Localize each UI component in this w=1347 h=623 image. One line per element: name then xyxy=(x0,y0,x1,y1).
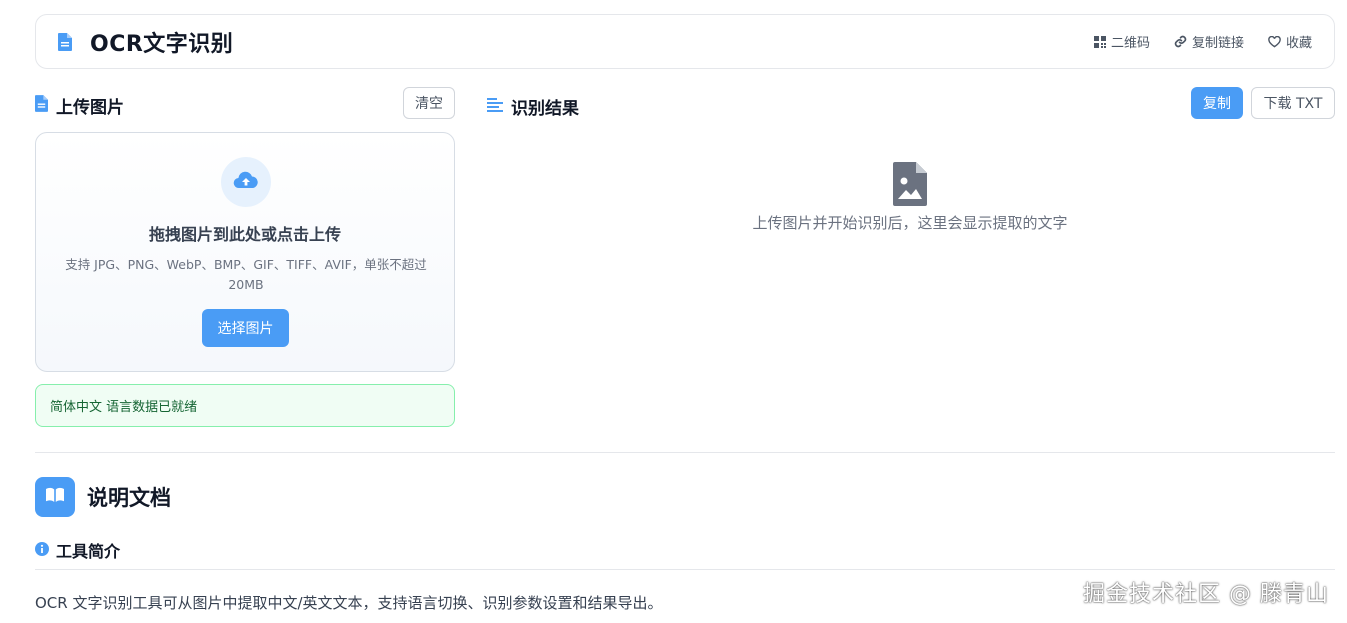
header-actions: 二维码 复制链接 收藏 xyxy=(1093,32,1312,51)
upload-section-header: 上传图片 xyxy=(35,93,124,118)
watermark: 掘金技术社区 @ 滕青山 xyxy=(1083,582,1329,607)
intro-text: OCR 文字识别工具可从图片中提取中文/英文文本，支持语言切换、识别参数设置和结… xyxy=(35,594,663,612)
copy-result-button[interactable]: 复制 xyxy=(1191,87,1243,119)
language-status: 简体中文 语言数据已就绪 xyxy=(35,384,455,427)
dropzone-description: 支持 JPG、PNG、WebP、BMP、GIF、TIFF、AVIF，单张不超过 … xyxy=(65,257,427,292)
link-icon xyxy=(1174,35,1187,48)
upload-section-title: 上传图片 xyxy=(56,98,124,118)
document-icon xyxy=(35,95,48,116)
document-icon xyxy=(58,32,74,52)
qrcode-icon xyxy=(1093,35,1106,48)
clear-button[interactable]: 清空 xyxy=(403,87,455,119)
intro-header: 工具简介 xyxy=(35,538,120,562)
qrcode-label: 二维码 xyxy=(1110,36,1150,51)
qrcode-button[interactable]: 二维码 xyxy=(1093,32,1150,51)
upload-dropzone[interactable]: 拖拽图片到此处或点击上传 支持 JPG、PNG、WebP、BMP、GIF、TIF… xyxy=(35,132,455,372)
download-txt-button[interactable]: 下载 TXT xyxy=(1251,87,1335,119)
favorite-label: 收藏 xyxy=(1285,36,1312,51)
intro-divider xyxy=(35,569,1335,570)
docs-title: 说明文档 xyxy=(87,486,171,510)
file-image-icon xyxy=(893,162,927,210)
choose-image-button[interactable]: 选择图片 xyxy=(202,309,289,347)
docs-header: 说明文档 xyxy=(35,477,171,517)
info-icon xyxy=(35,541,49,560)
heart-icon xyxy=(1268,35,1281,48)
book-open-icon xyxy=(45,487,65,507)
upload-cloud-badge xyxy=(221,157,271,207)
section-divider xyxy=(35,452,1335,453)
intro-title: 工具简介 xyxy=(56,542,121,561)
app-header: OCR文字识别 二维码 复制链接 收藏 xyxy=(35,14,1335,69)
book-badge xyxy=(35,477,75,517)
dropzone-title: 拖拽图片到此处或点击上传 xyxy=(148,225,341,244)
copy-link-button[interactable]: 复制链接 xyxy=(1174,32,1244,51)
cloud-upload-icon xyxy=(233,171,259,193)
result-empty-state: 上传图片并开始识别后，这里会显示提取的文字 xyxy=(660,162,1160,233)
copy-link-label: 复制链接 xyxy=(1191,36,1244,51)
result-empty-message: 上传图片并开始识别后，这里会显示提取的文字 xyxy=(752,214,1068,232)
result-section-header: 识别结果 xyxy=(487,94,579,119)
favorite-button[interactable]: 收藏 xyxy=(1268,32,1312,51)
result-section-title: 识别结果 xyxy=(511,99,579,119)
align-left-icon xyxy=(487,97,503,116)
page-title: OCR文字识别 xyxy=(90,31,234,57)
